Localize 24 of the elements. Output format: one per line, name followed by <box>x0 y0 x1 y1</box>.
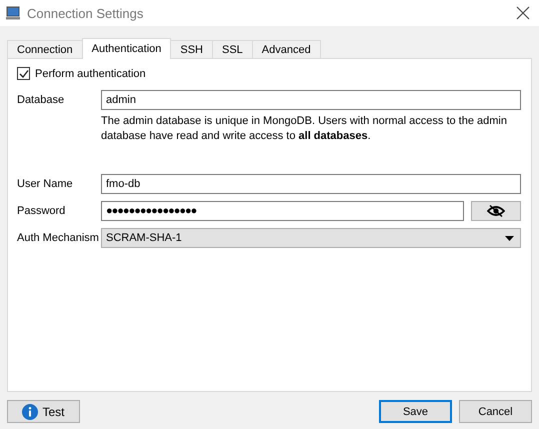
field-label: Password <box>17 205 66 217</box>
field-label: User Name <box>17 178 74 190</box>
save-button[interactable]: Save <box>379 400 452 423</box>
eye-icon <box>487 205 505 217</box>
field-label: Database <box>17 94 66 106</box>
cancel-button[interactable]: Cancel <box>459 400 532 423</box>
info-icon <box>22 404 38 420</box>
help-text: The admin database is unique in MongoDB. Users with normal access to the admin database have read and write access to all databases. <box>101 114 508 144</box>
dropdown[interactable]: SCRAM-SHA-1 <box>101 228 521 248</box>
tab[interactable]: Authentication <box>82 38 172 59</box>
input-field[interactable]: fmo-db <box>101 174 521 194</box>
checkbox-label[interactable]: Perform authentication <box>35 68 146 80</box>
test-button[interactable]: Test <box>7 400 80 423</box>
show-password-button[interactable] <box>471 201 521 221</box>
tab[interactable]: Advanced <box>252 40 321 58</box>
window-title: Connection Settings <box>27 6 144 20</box>
field-label: Auth Mechanism <box>17 232 100 244</box>
password-field[interactable]: ●●●●●●●●●●●●●●●● <box>101 201 464 221</box>
checkbox[interactable] <box>17 67 30 80</box>
input-field[interactable]: admin <box>101 90 521 110</box>
close-button[interactable] <box>515 5 531 21</box>
computer-icon <box>6 6 20 20</box>
caret-icon <box>505 236 514 240</box>
tab[interactable]: Connection <box>7 40 83 58</box>
